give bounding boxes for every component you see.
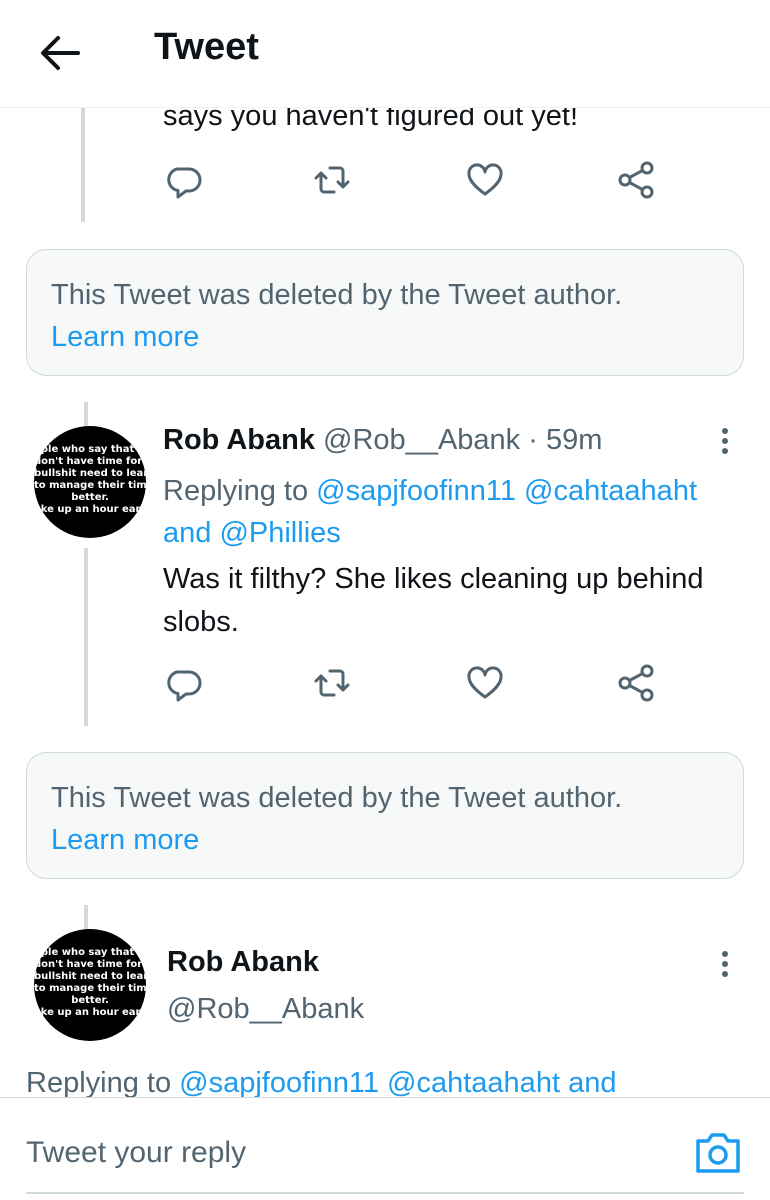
replying-to: Replying to @sapjfoofinn11 @cahtaahaht a… [163, 475, 697, 549]
deleted-message: This Tweet was deleted by the Tweet auth… [51, 782, 623, 814]
mention-link[interactable]: @Phillies [219, 517, 340, 549]
top-bar: Tweet [0, 0, 770, 108]
thread-line [84, 548, 88, 726]
reply-icon[interactable] [163, 662, 205, 704]
thread-line [84, 402, 88, 426]
author-name[interactable]: Rob Abank [167, 946, 319, 979]
avatar-text: ople who say that th don't have time for… [34, 444, 146, 515]
learn-more-link[interactable]: Learn more [51, 316, 743, 358]
avatar[interactable]: ople who say that th don't have time for… [34, 426, 146, 538]
tweet-actions [163, 662, 663, 704]
share-icon[interactable] [615, 662, 657, 704]
mention-link[interactable]: @sapjfoofinn11 [316, 475, 516, 507]
tweet-time[interactable]: 59m [546, 424, 602, 456]
separator: · [528, 424, 538, 456]
author-handle[interactable]: @Rob__Abank [167, 993, 364, 1026]
more-options-icon[interactable] [722, 428, 732, 458]
tweet-text: Was it filthy? She likes cleaning up beh… [163, 563, 704, 638]
thread-line [81, 108, 85, 222]
tweet-header: Rob Abank @Rob__Abank · 59m [163, 424, 602, 457]
like-icon[interactable] [464, 662, 506, 704]
page-title: Tweet [154, 26, 259, 68]
deleted-tweet-notice: This Tweet was deleted by the Tweet auth… [26, 752, 744, 879]
reply-input[interactable]: Tweet your reply [26, 1136, 246, 1170]
learn-more-link[interactable]: Learn more [51, 819, 743, 861]
replying-to: Replying to @sapjfoofinn11 @cahtaahaht a… [26, 1067, 617, 1099]
share-icon[interactable] [615, 159, 657, 201]
mention-link[interactable]: @cahtaahaht [524, 475, 697, 507]
author-handle[interactable]: @Rob__Abank [323, 424, 520, 456]
avatar-text: ople who say that th don't have time for… [34, 947, 146, 1018]
arrow-left-icon[interactable] [36, 30, 82, 76]
mention-link[interactable]: @cahtaahaht [387, 1067, 560, 1099]
reply-icon[interactable] [163, 159, 205, 201]
camera-icon[interactable] [694, 1129, 742, 1175]
retweet-icon[interactable] [311, 662, 353, 704]
mention-link[interactable]: @sapjfoofinn11 [179, 1067, 379, 1099]
more-options-icon[interactable] [722, 951, 732, 981]
reply-composer: Tweet your reply [0, 1097, 770, 1200]
thread-line [84, 905, 88, 929]
retweet-icon[interactable] [311, 159, 353, 201]
author-name[interactable]: Rob Abank [163, 424, 315, 456]
tweet-actions [163, 159, 663, 201]
avatar[interactable]: ople who say that th don't have time for… [34, 929, 146, 1041]
deleted-tweet-notice: This Tweet was deleted by the Tweet auth… [26, 249, 744, 376]
divider [26, 1192, 744, 1194]
deleted-message: This Tweet was deleted by the Tweet auth… [51, 279, 623, 311]
like-icon[interactable] [464, 159, 506, 201]
